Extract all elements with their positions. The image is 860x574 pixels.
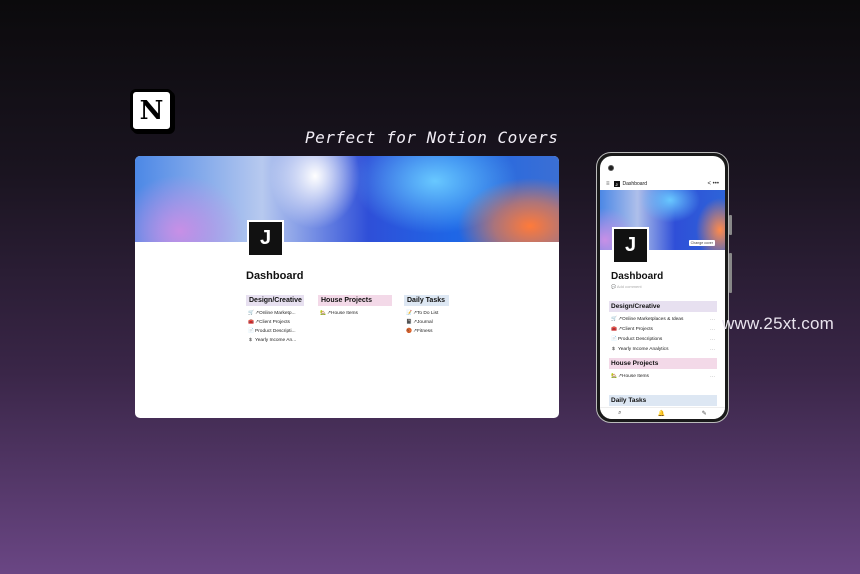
list-item-label: ↗House Items [327,311,358,316]
page-mini-icon: J [613,181,620,187]
section-header: Daily Tasks [609,395,717,406]
document-icon: 📄 [611,337,617,342]
list-item-label: Yearly Income Analytics [618,347,669,352]
column-header: Design/Creative [246,295,304,306]
document-icon: 📄 [248,329,254,334]
phone-screen: ≡ J Dashboard < ••• Change cover J Dashb… [600,156,725,419]
more-icon[interactable]: ··· [710,372,715,382]
basketball-icon: 🏀 [406,329,412,334]
notebook-icon: 📓 [406,320,412,325]
desktop-column-house: House Projects 🏡↗House Items [318,295,392,318]
house-icon: 🏡 [611,374,617,379]
phone-frame: ≡ J Dashboard < ••• Change cover J Dashb… [596,152,732,423]
desktop-page-title: Dashboard [246,270,304,282]
tagline: Perfect for Notion Covers [305,128,559,147]
list-item-label: ↗Fitness [413,329,433,334]
topbar-title[interactable]: Dashboard [623,181,647,187]
notion-logo: N [130,89,173,132]
dollar-icon: $ [612,347,615,352]
list-item[interactable]: 🏡↗House Items ··· [609,372,717,382]
list-item[interactable]: 📓↗Journal [404,318,449,327]
change-cover-button[interactable]: Change cover [688,240,715,246]
phone-page-icon: J [612,227,649,264]
desktop-column-design: Design/Creative 🛒↗Online Marketp... 🧰↗Cl… [246,295,304,345]
phone-side-button [729,253,732,293]
phone-section-design: Design/Creative 🛒↗Online Marketplaces & … [609,301,717,355]
phone-section-house: House Projects 🏡↗House Items ··· [609,358,717,382]
phone-topbar: ≡ J Dashboard < ••• [606,179,719,189]
section-header: Design/Creative [609,301,717,312]
bell-icon[interactable]: 🔔 [658,410,665,417]
list-item[interactable]: $ Yearly Income An... [246,336,304,345]
watermark: www.25xt.com [722,314,834,333]
toolbox-icon: 🧰 [248,320,254,325]
list-item-label: ↗Journal [413,320,433,325]
cart-icon: 🛒 [611,317,617,322]
list-item[interactable]: $ Yearly Income Analytics ··· [609,345,717,355]
phone-side-button [729,215,732,235]
menu-icon[interactable]: ≡ [606,181,610,187]
desktop-page-icon: J [247,220,284,257]
desktop-cover-image [135,156,559,242]
more-icon[interactable]: ··· [710,345,715,355]
list-item-label: ↗To Do List [413,311,439,316]
section-header: House Projects [609,358,717,369]
list-item-label: ↗Online Marketplaces & Ideas [618,317,684,322]
memo-icon: 📝 [406,311,412,316]
list-item[interactable]: 🛒↗Online Marketplaces & Ideas ··· [609,315,717,325]
list-item[interactable]: 🏡↗House Items [318,309,392,318]
dollar-icon: $ [249,338,252,343]
list-item[interactable]: 🏀↗Fitness [404,327,449,336]
list-item-label: ↗House Items [618,374,649,379]
camera-icon [608,165,614,171]
more-icon[interactable]: ··· [710,335,715,345]
house-icon: 🏡 [320,311,326,316]
desktop-column-daily: Daily Tasks 📝↗To Do List 📓↗Journal 🏀↗Fit… [404,295,449,336]
notion-logo-letter: N [139,95,164,126]
list-item-label: ↗Online Marketp... [255,311,296,316]
toolbox-icon: 🧰 [611,327,617,332]
column-header: Daily Tasks [404,295,449,306]
list-item-label: Product Descripti... [255,329,296,334]
cart-icon: 🛒 [248,311,254,316]
list-item[interactable]: 🛒↗Online Marketp... [246,309,304,318]
add-comment-button[interactable]: 💬 Add comment [611,284,642,289]
more-icon[interactable]: ··· [710,315,715,325]
list-item[interactable]: 📄Product Descriptions ··· [609,335,717,345]
phone-bottom-bar: ⌕ 🔔 ✎ [600,407,725,419]
list-item[interactable]: 📄Product Descripti... [246,327,304,336]
search-icon[interactable]: ⌕ [618,410,621,417]
share-more-icons[interactable]: < ••• [708,181,719,187]
phone-camera [608,165,614,171]
list-item[interactable]: 🧰↗Client Projects [246,318,304,327]
list-item[interactable]: 📝↗To Do List [404,309,449,318]
more-icon[interactable]: ··· [710,325,715,335]
list-item-label: Product Descriptions [618,337,663,342]
list-item-label: ↗Client Projects [618,327,653,332]
phone-page-title: Dashboard [611,271,664,282]
compose-icon[interactable]: ✎ [702,410,707,417]
desktop-page-preview: J Dashboard Design/Creative 🛒↗Online Mar… [135,156,559,418]
column-header: House Projects [318,295,392,306]
list-item[interactable]: 🧰↗Client Projects ··· [609,325,717,335]
list-item-label: ↗Client Projects [255,320,290,325]
list-item-label: Yearly Income An... [255,338,297,343]
